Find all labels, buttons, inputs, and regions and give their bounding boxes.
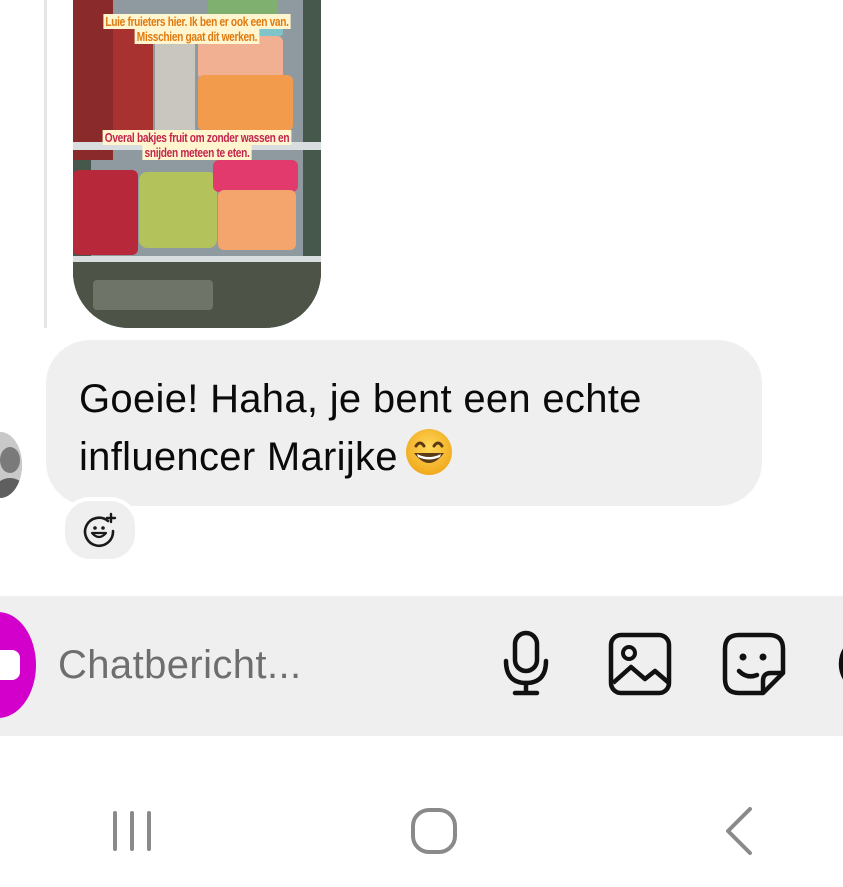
back-button[interactable] <box>698 796 778 866</box>
sticker-button[interactable] <box>718 628 790 700</box>
fridge-photo <box>73 0 321 328</box>
add-reaction-button[interactable] <box>61 497 139 563</box>
story-caption-2: Overal bakjes fruit om zonder wassen en … <box>100 130 293 160</box>
add-reaction-icon <box>83 512 117 547</box>
more-button[interactable] <box>820 628 843 700</box>
message-text: Goeie! Haha, je bent een echte influence… <box>79 377 642 479</box>
home-icon <box>411 808 457 854</box>
camera-button[interactable] <box>0 612 36 718</box>
chat-screen: Luie fruieters hier. Ik ben er ook een v… <box>0 0 843 887</box>
avatar-photo <box>0 432 22 498</box>
recents-button[interactable] <box>92 796 172 866</box>
back-icon <box>726 807 752 855</box>
gallery-icon <box>608 632 672 696</box>
story-caption-1: Luie fruieters hier. Ik ben er ook een v… <box>100 14 293 44</box>
grinning-face-emoji <box>404 427 454 492</box>
recents-icon <box>113 811 151 851</box>
story-reply-image[interactable]: Luie fruieters hier. Ik ben er ook een v… <box>73 0 321 328</box>
sender-avatar[interactable] <box>0 430 24 500</box>
chat-input[interactable] <box>58 640 478 690</box>
gallery-button[interactable] <box>604 628 676 700</box>
message-bubble[interactable]: Goeie! Haha, je bent een echte influence… <box>46 340 762 506</box>
sticker-icon <box>722 632 786 696</box>
home-button[interactable] <box>394 796 474 866</box>
camera-icon <box>0 650 20 680</box>
message-composer <box>0 596 843 736</box>
mic-button[interactable] <box>490 628 562 700</box>
reply-thread-line <box>44 0 47 328</box>
more-icon <box>838 648 843 680</box>
microphone-icon <box>503 630 549 696</box>
system-nav-bar <box>0 736 843 887</box>
